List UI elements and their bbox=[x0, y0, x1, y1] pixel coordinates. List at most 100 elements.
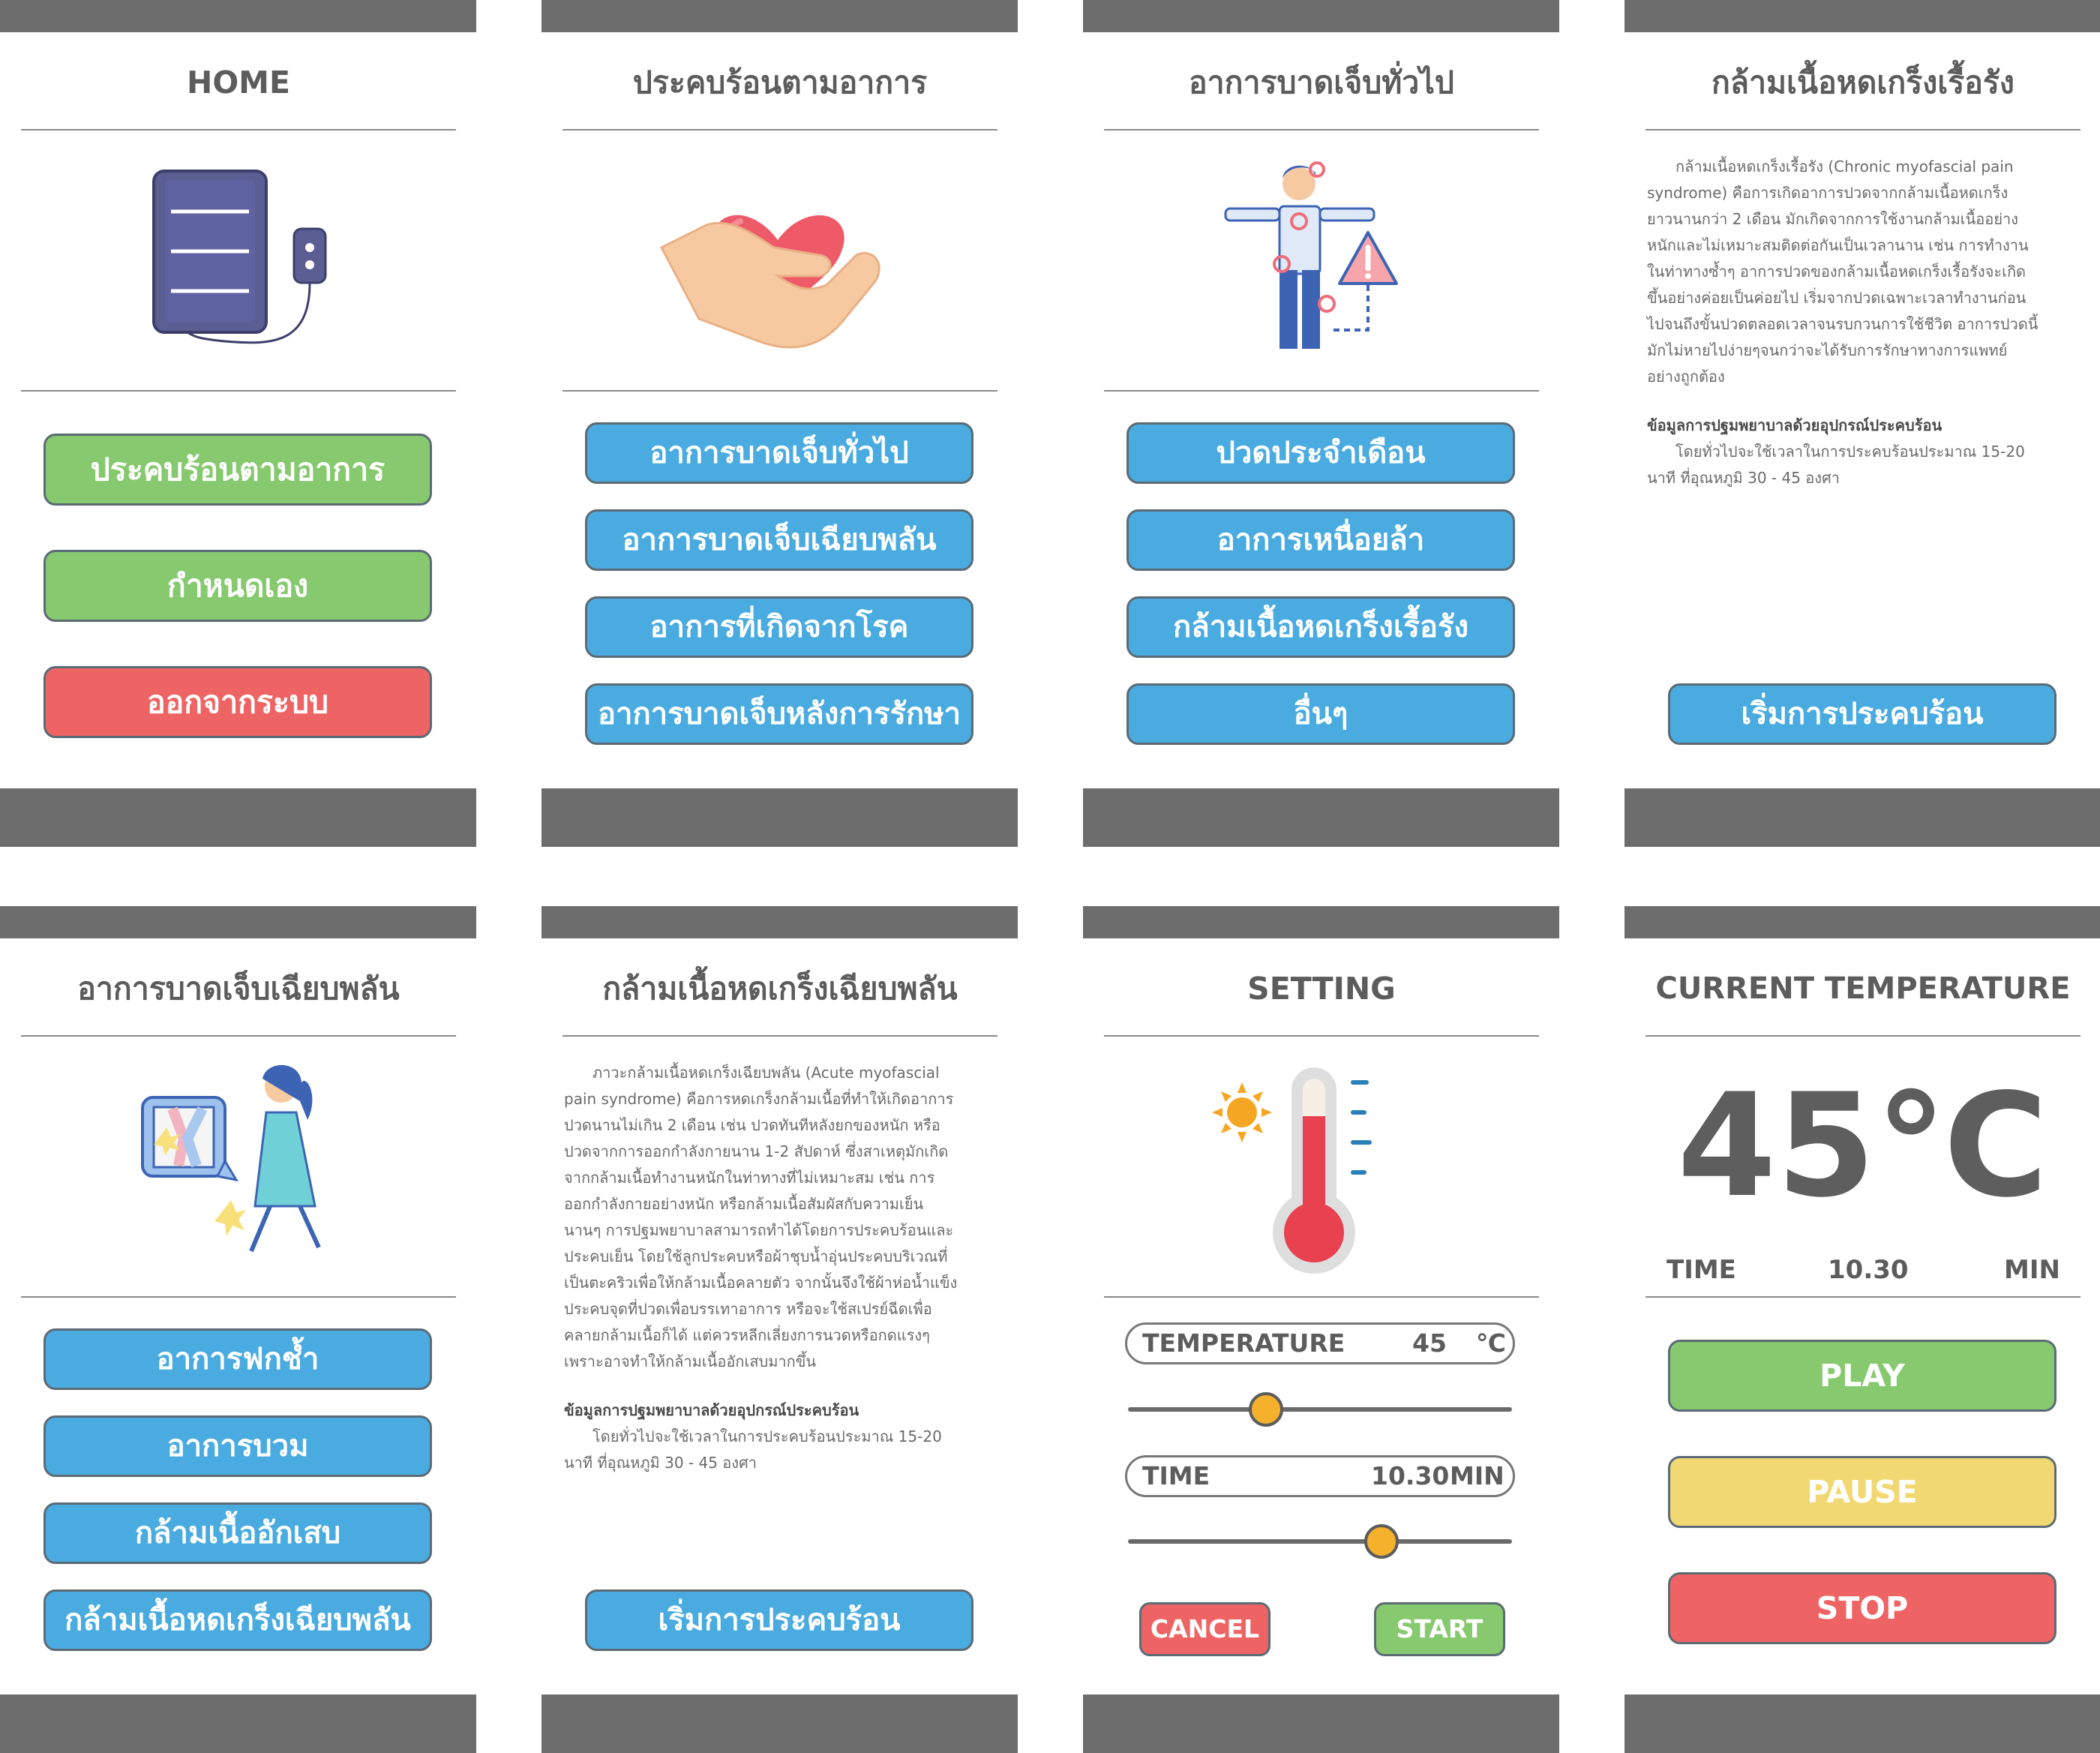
nav-bar bbox=[1083, 1694, 1559, 1753]
acute-injury-button[interactable]: อาการบาดเจ็บเฉียบพลัน bbox=[585, 509, 974, 571]
menstrual-pain-button[interactable]: ปวดประจำเดือน bbox=[1126, 422, 1515, 484]
heat-by-symptom-button[interactable]: ประคบร้อนตามอาการ bbox=[44, 434, 432, 506]
swelling-button[interactable]: อาการบวม bbox=[44, 1415, 432, 1477]
status-bar bbox=[542, 0, 1018, 32]
slider-handle[interactable] bbox=[1364, 1524, 1399, 1559]
thermometer-sun-icon bbox=[1212, 1067, 1372, 1274]
time-value: 10.30 bbox=[1828, 1255, 1909, 1285]
divider bbox=[21, 1035, 456, 1037]
status-bar bbox=[1083, 0, 1559, 32]
stop-button[interactable]: STOP bbox=[1668, 1572, 2056, 1644]
divider bbox=[1104, 1035, 1539, 1037]
status-bar bbox=[0, 906, 476, 938]
first-aid-body: โดยทั่วไปจะใช้เวลาในการประคบร้อนประมาณ 1… bbox=[1647, 443, 2025, 487]
status-bar bbox=[0, 0, 476, 32]
start-heating-button[interactable]: เริ่มการประคบร้อน bbox=[1668, 683, 2056, 745]
first-aid-heading: ข้อมูลการปฐมพยาบาลด้วยอุปกรณ์ประคบร้อน bbox=[1647, 416, 1942, 434]
muscle-inflammation-button[interactable]: กล้ามเนื้ออักเสบ bbox=[44, 1502, 432, 1564]
chronic-spasm-button[interactable]: กล้ามเนื้อหดเกร็งเรื้อรัง bbox=[1126, 596, 1515, 658]
nav-bar bbox=[0, 788, 476, 847]
divider bbox=[1646, 129, 2080, 131]
general-injury-button[interactable]: อาการบาดเจ็บทั่วไป bbox=[585, 422, 974, 484]
time-unit: MIN bbox=[1450, 1461, 1504, 1490]
logout-button[interactable]: ออกจากระบบ bbox=[44, 666, 432, 738]
heat-pad-device-icon bbox=[152, 170, 327, 344]
status-bar bbox=[1624, 906, 2100, 938]
slider-handle[interactable] bbox=[1249, 1392, 1284, 1427]
status-bar bbox=[542, 906, 1018, 938]
start-heating-button[interactable]: เริ่มการประคบร้อน bbox=[585, 1589, 974, 1651]
woman-knee-pain-icon bbox=[141, 1064, 321, 1253]
divider bbox=[1646, 1296, 2080, 1298]
temperature-slider[interactable] bbox=[1128, 1386, 1512, 1431]
time-field: TIME 10.30 MIN bbox=[1125, 1455, 1515, 1497]
temperature-value: 45 bbox=[1412, 1328, 1447, 1358]
slider-track[interactable] bbox=[1128, 1539, 1512, 1544]
home-screen: HOME ประคบร้อนตามอาการ กำหนดเอง ออกจากระ… bbox=[0, 0, 476, 847]
start-button[interactable]: START bbox=[1374, 1602, 1505, 1656]
acute-injury-screen: อาการบาดเจ็บเฉียบพลัน อาการฟกช้ำ อาการบว… bbox=[0, 906, 476, 1753]
bruise-button[interactable]: อาการฟกช้ำ bbox=[44, 1328, 432, 1390]
general-injury-screen: อาการบาดเจ็บทั่วไป ปวดประจำเดือน อาการเห… bbox=[1083, 0, 1559, 847]
temperature-readout: 45℃ bbox=[1677, 1063, 2048, 1229]
temperature-label: TEMPERATURE bbox=[1142, 1328, 1346, 1358]
acute-spasm-button[interactable]: กล้ามเนื้อหดเกร็งเฉียบพลัน bbox=[44, 1589, 432, 1651]
divider bbox=[562, 390, 998, 392]
first-aid-body: โดยทั่วไปจะใช้เวลาในการประคบร้อนประมาณ 1… bbox=[564, 1427, 942, 1472]
first-aid-heading: ข้อมูลการปฐมพยาบาลด้วยอุปกรณ์ประคบร้อน bbox=[564, 1401, 860, 1419]
fatigue-button[interactable]: อาการเหนื่อยล้า bbox=[1126, 509, 1515, 571]
divider bbox=[21, 390, 456, 392]
temperature-unit: ℃ bbox=[1476, 1328, 1506, 1358]
divider bbox=[1104, 1296, 1539, 1298]
setting-screen: SETTING TEMPERATURE 45 ℃ TIME 10.30 MIN … bbox=[1083, 906, 1559, 1753]
divider bbox=[21, 1296, 456, 1298]
divider bbox=[562, 129, 998, 131]
nav-bar bbox=[542, 1694, 1018, 1753]
time-readout: TIME 10.30 MIN bbox=[1666, 1251, 2060, 1289]
page-title: HOME bbox=[187, 65, 290, 101]
page-title: กล้ามเนื้อหดเกร็งเรื้อรัง bbox=[1712, 65, 2014, 101]
divider bbox=[21, 129, 456, 131]
nav-bar bbox=[1083, 788, 1559, 847]
description-text: ภาวะกล้ามเนื้อหดเกร็งเฉียบพลัน (Acute my… bbox=[564, 1060, 958, 1476]
page-title: ประคบร้อนตามอาการ bbox=[632, 65, 928, 101]
page-title: CURRENT TEMPERATURE bbox=[1655, 971, 2071, 1006]
time-slider[interactable] bbox=[1128, 1518, 1512, 1563]
current-temperature-screen: CURRENT TEMPERATURE 45℃ TIME 10.30 MIN P… bbox=[1624, 906, 2100, 1753]
status-bar bbox=[1083, 906, 1559, 938]
page-title: อาการบาดเจ็บเฉียบพลัน bbox=[77, 971, 400, 1007]
acute-detail-screen: กล้ามเนื้อหดเกร็งเฉียบพลัน ภาวะกล้ามเนื้… bbox=[542, 906, 1018, 1753]
divider bbox=[1104, 390, 1539, 392]
page-title: อาการบาดเจ็บทั่วไป bbox=[1189, 65, 1454, 101]
pause-button[interactable]: PAUSE bbox=[1668, 1456, 2056, 1528]
time-value: 10.30 bbox=[1371, 1461, 1450, 1490]
nav-bar bbox=[1624, 1694, 2100, 1753]
nav-bar bbox=[1624, 788, 2100, 847]
divider bbox=[1104, 129, 1539, 131]
page-title: กล้ามเนื้อหดเกร็งเฉียบพลัน bbox=[602, 971, 958, 1007]
heart-in-hand-icon bbox=[659, 215, 880, 349]
post-treatment-button[interactable]: อาการบาดเจ็บหลังการรักษา bbox=[585, 683, 974, 745]
divider bbox=[1646, 1035, 2080, 1037]
time-label: TIME bbox=[1666, 1255, 1736, 1285]
nav-bar bbox=[0, 1694, 476, 1753]
cancel-button[interactable]: CANCEL bbox=[1139, 1602, 1270, 1656]
time-unit: MIN bbox=[2004, 1255, 2060, 1285]
page-title: SETTING bbox=[1247, 971, 1396, 1007]
temperature-field: TEMPERATURE 45 ℃ bbox=[1125, 1322, 1515, 1364]
divider bbox=[562, 1035, 998, 1037]
description-text: กล้ามเนื้อหดเกร็งเรื้อรัง (Chronic myofa… bbox=[1647, 154, 2041, 491]
status-bar bbox=[1624, 0, 2100, 32]
nav-bar bbox=[542, 788, 1018, 847]
time-label: TIME bbox=[1142, 1461, 1210, 1490]
body-pain-warning-icon bbox=[1224, 161, 1398, 349]
disease-symptom-button[interactable]: อาการที่เกิดจากโรค bbox=[585, 596, 974, 658]
description-body: ภาวะกล้ามเนื้อหดเกร็งเฉียบพลัน (Acute my… bbox=[564, 1064, 958, 1370]
chronic-detail-screen: กล้ามเนื้อหดเกร็งเรื้อรัง กล้ามเนื้อหดเก… bbox=[1624, 0, 2100, 847]
description-body: กล้ามเนื้อหดเกร็งเรื้อรัง (Chronic myofa… bbox=[1647, 158, 2038, 386]
custom-setting-button[interactable]: กำหนดเอง bbox=[44, 550, 432, 622]
slider-track[interactable] bbox=[1128, 1407, 1512, 1412]
symptom-menu-screen: ประคบร้อนตามอาการ อาการบาดเจ็บทั่วไป อาก… bbox=[542, 0, 1018, 847]
play-button[interactable]: PLAY bbox=[1668, 1340, 2056, 1412]
other-button[interactable]: อื่นๆ bbox=[1126, 683, 1515, 745]
